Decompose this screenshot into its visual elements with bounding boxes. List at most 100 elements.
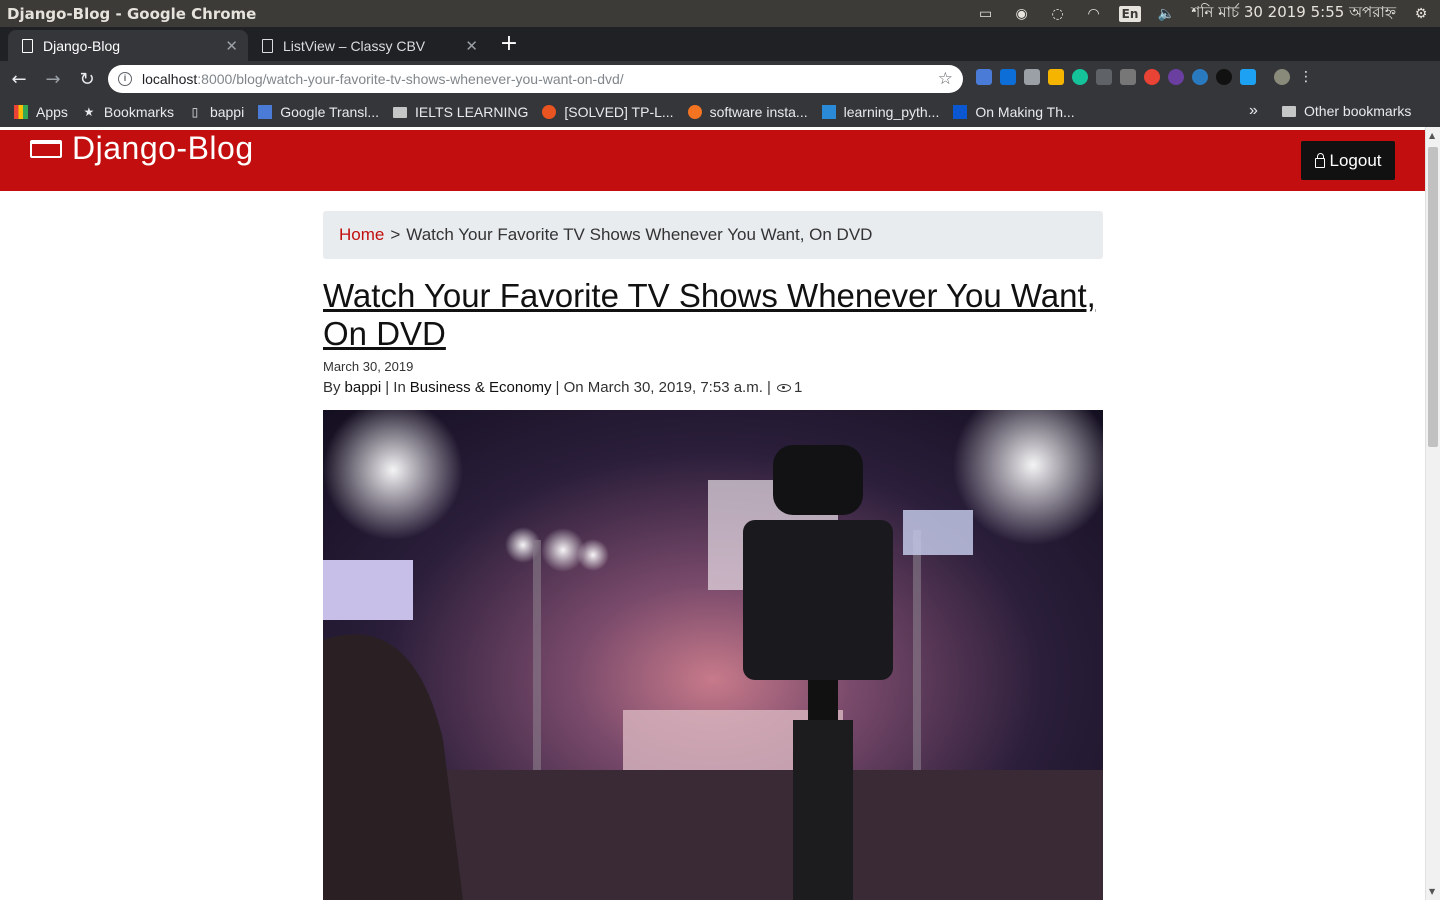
author-link[interactable]: bappi xyxy=(345,379,382,396)
bookmark-bappi[interactable]: ▯ bappi xyxy=(188,104,245,120)
tab-django-blog[interactable]: Django-Blog ✕ xyxy=(8,30,248,61)
menu-icon[interactable]: ⋮ xyxy=(1298,69,1314,85)
published-on: | On March 30, 2019, 7:53 a.m. | xyxy=(555,379,771,396)
page-icon xyxy=(22,38,33,53)
bookmark-learning-python[interactable]: learning_pyth... xyxy=(821,104,940,120)
bookmarks-bar: Apps ★ Bookmarks ▯ bappi Google Transl..… xyxy=(0,97,1440,127)
logout-button[interactable]: Logout xyxy=(1301,141,1395,180)
bookmark-label: software insta... xyxy=(709,104,808,120)
close-icon[interactable]: ✕ xyxy=(225,37,238,55)
scroll-down-arrow[interactable]: ▼ xyxy=(1429,887,1435,896)
tab-label: ListView – Classy CBV xyxy=(283,37,426,54)
google-translate-extension-icon[interactable] xyxy=(976,69,992,85)
brand-label: Django-Blog xyxy=(72,130,254,166)
scroll-thumb[interactable] xyxy=(1428,147,1438,447)
wifi-icon[interactable]: ◠ xyxy=(1083,5,1105,23)
bookmark-software-install[interactable]: software insta... xyxy=(687,104,808,120)
bookmark-label: Apps xyxy=(36,104,68,120)
k-extension-icon[interactable] xyxy=(1168,69,1184,85)
post-title[interactable]: Watch Your Favorite TV Shows Whenever Yo… xyxy=(323,277,1103,353)
mendeley-extension-icon[interactable] xyxy=(1120,69,1136,85)
address-bar[interactable]: i localhost :8000/blog/watch-your-favori… xyxy=(108,65,963,93)
by-label: By xyxy=(323,379,341,396)
google-translate-icon xyxy=(258,105,273,119)
reload-button[interactable]: ↻ xyxy=(72,64,102,94)
window-title: Django-Blog - Google Chrome xyxy=(7,4,257,23)
hero-illustration xyxy=(323,410,1103,900)
crown-logo-icon xyxy=(30,139,62,158)
url-path: :8000/blog/watch-your-favorite-tv-shows-… xyxy=(197,71,624,87)
eye-icon xyxy=(776,383,791,392)
tab-label: Django-Blog xyxy=(43,37,121,54)
apps-grid-icon xyxy=(14,105,28,119)
bookmark-label: learning_pyth... xyxy=(843,104,940,120)
breadcrumb-home-link[interactable]: Home xyxy=(339,225,384,245)
drive-extension-icon[interactable] xyxy=(1048,69,1064,85)
info-icon[interactable]: i xyxy=(118,72,132,86)
bookmark-ielts[interactable]: IELTS LEARNING xyxy=(393,104,528,120)
grammarly-extension-icon[interactable] xyxy=(1072,69,1088,85)
tab-strip: Django-Blog ✕ ListView – Classy CBV ✕ + xyxy=(0,27,1440,61)
new-tab-button[interactable]: + xyxy=(496,32,522,58)
site-navbar: Django-Blog Logout xyxy=(0,130,1425,191)
gear-icon[interactable]: ⚙ xyxy=(1410,5,1432,23)
view-count: 1 xyxy=(793,379,803,396)
drive-icon[interactable]: ▭ xyxy=(975,5,997,23)
bookmark-on-making[interactable]: On Making Th... xyxy=(953,104,1075,120)
browser-toolbar: ← → ↻ i localhost :8000/blog/watch-your-… xyxy=(0,61,1440,97)
more-bookmarks-chevron[interactable]: » xyxy=(1249,102,1258,120)
breadcrumb-current: Watch Your Favorite TV Shows Whenever Yo… xyxy=(406,225,873,244)
forward-button[interactable]: → xyxy=(38,64,68,94)
post-date: March 30, 2019 xyxy=(323,359,414,374)
bookmark-label: On Making Th... xyxy=(975,104,1075,120)
tab-listview[interactable]: ListView – Classy CBV ✕ xyxy=(248,30,488,61)
volume-icon[interactable]: 🔈 xyxy=(1155,5,1177,23)
bookmark-label: [SOLVED] TP-L... xyxy=(564,104,674,120)
bookmark-bookmarks[interactable]: ★ Bookmarks xyxy=(82,104,174,120)
record-extension-icon[interactable] xyxy=(1144,69,1160,85)
bookmark-label: Bookmarks xyxy=(103,104,174,120)
lightbulb-icon[interactable]: ◌ xyxy=(1047,5,1069,23)
dropbox-extension-icon[interactable] xyxy=(1000,69,1016,85)
star-icon: ★ xyxy=(83,105,95,119)
site-brand[interactable]: Django-Blog xyxy=(30,130,254,167)
camera-indicator-icon[interactable]: ◉ xyxy=(1011,5,1033,23)
breadcrumb-separator: > xyxy=(390,225,401,244)
breadcrumb: Home > Watch Your Favorite TV Shows When… xyxy=(323,211,1103,259)
post-hero-image xyxy=(323,410,1103,900)
url-host: localhost xyxy=(142,71,198,87)
dark-extension-icon[interactable] xyxy=(1216,69,1232,85)
os-indicators: ▭ ◉ ◌ ◠ En 🔈 শনি মার্চ 30 2019 5:55 অপরা… xyxy=(975,1,1440,26)
other-bookmarks[interactable]: Other bookmarks xyxy=(1282,103,1411,119)
avatar[interactable] xyxy=(1274,69,1290,85)
folder-icon xyxy=(393,106,408,118)
post-meta: By bappi | In Business & Economy | On Ma… xyxy=(323,379,802,396)
bookmark-apps[interactable]: Apps xyxy=(14,104,68,120)
scroll-up-arrow[interactable]: ▲ xyxy=(1429,131,1435,140)
bookmark-google-translate[interactable]: Google Transl... xyxy=(258,104,379,120)
other-bookmarks-label: Other bookmarks xyxy=(1304,103,1412,119)
os-top-bar: Django-Blog - Google Chrome ▭ ◉ ◌ ◠ En 🔈… xyxy=(0,0,1440,27)
keyboard-layout-indicator[interactable]: En xyxy=(1118,5,1142,22)
extensions-row: ⋮ xyxy=(976,69,1314,85)
back-button[interactable]: ← xyxy=(4,64,34,94)
bookmark-label: IELTS LEARNING xyxy=(415,104,529,120)
pocket-extension-icon[interactable] xyxy=(1096,69,1112,85)
search-extension-icon[interactable] xyxy=(1192,69,1208,85)
page-scrollbar[interactable]: ▲ ▼ xyxy=(1425,127,1440,900)
page-icon xyxy=(262,38,273,53)
logout-label: Logout xyxy=(1329,150,1382,170)
askubuntu-icon xyxy=(687,105,702,119)
in-label: | In xyxy=(385,379,406,396)
bookmark-solved-tp-link[interactable]: [SOLVED] TP-L... xyxy=(542,104,674,120)
folder-icon xyxy=(1282,105,1296,117)
bookmark-star-icon[interactable]: ☆ xyxy=(938,69,953,89)
tff-extension-icon[interactable] xyxy=(1240,69,1256,85)
category-link[interactable]: Business & Economy xyxy=(410,379,552,396)
lock-icon xyxy=(1314,152,1325,168)
screenshot-extension-icon[interactable] xyxy=(1024,69,1040,85)
bookmark-label: bappi xyxy=(209,104,245,120)
ubuntu-icon xyxy=(542,105,557,119)
close-icon[interactable]: ✕ xyxy=(465,37,478,55)
clock[interactable]: শনি মার্চ 30 2019 5:55 অপরাহ্ন xyxy=(1191,1,1396,26)
